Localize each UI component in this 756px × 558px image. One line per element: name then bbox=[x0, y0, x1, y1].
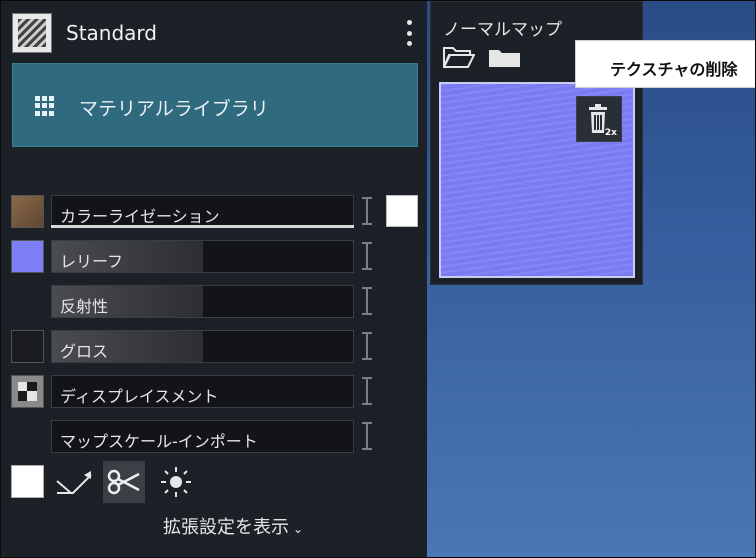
displacement-texture-swatch[interactable] bbox=[11, 375, 44, 408]
reflectivity-slider[interactable]: 反射性 bbox=[51, 285, 354, 318]
projection-icon[interactable] bbox=[53, 461, 95, 503]
link-handle-icon[interactable] bbox=[361, 422, 373, 450]
channel-row-relief: レリーフ bbox=[1, 240, 427, 274]
material-panel: Standard マテリアルライブラリ カラーライゼーション レリーフ 反射性 bbox=[1, 1, 427, 557]
channel-label: 反射性 bbox=[60, 297, 109, 316]
channel-row-colorization: カラーライゼーション bbox=[1, 195, 427, 229]
material-preset-name[interactable]: Standard bbox=[66, 21, 157, 45]
delete-texture-button[interactable]: 2x bbox=[576, 96, 622, 142]
relief-slider[interactable]: レリーフ bbox=[51, 240, 354, 273]
scissors-icon[interactable] bbox=[103, 461, 145, 503]
sun-icon[interactable] bbox=[155, 461, 197, 503]
colorization-texture-swatch[interactable] bbox=[11, 195, 44, 228]
channel-label: グロス bbox=[60, 342, 109, 361]
material-library-button[interactable]: マテリアルライブラリ bbox=[12, 63, 418, 147]
grid-icon bbox=[35, 96, 55, 116]
relief-texture-swatch[interactable] bbox=[11, 240, 44, 273]
material-library-label: マテリアルライブラリ bbox=[79, 98, 269, 120]
panel-header: Standard bbox=[1, 1, 427, 61]
channel-row-gloss: グロス bbox=[1, 330, 427, 364]
tool-row bbox=[1, 461, 427, 505]
link-handle-icon[interactable] bbox=[361, 197, 373, 225]
colorization-value-bar bbox=[51, 225, 354, 228]
link-handle-icon[interactable] bbox=[361, 332, 373, 360]
gloss-texture-swatch[interactable] bbox=[11, 330, 44, 363]
white-color-swatch[interactable] bbox=[11, 465, 44, 498]
open-folder-icon[interactable] bbox=[443, 44, 475, 70]
gloss-slider[interactable]: グロス bbox=[51, 330, 354, 363]
link-handle-icon[interactable] bbox=[361, 287, 373, 315]
show-advanced-settings-label: 拡張設定を表示 bbox=[163, 517, 289, 538]
delete-texture-tooltip: テクスチャの削除 bbox=[575, 40, 756, 88]
displacement-slider[interactable]: ディスプレイスメント bbox=[51, 375, 354, 408]
trash-badge: 2x bbox=[604, 128, 617, 138]
checker-icon bbox=[18, 382, 37, 401]
more-options-icon[interactable] bbox=[405, 20, 413, 46]
colorization-color-swatch[interactable] bbox=[386, 195, 418, 227]
channel-label: レリーフ bbox=[60, 252, 124, 271]
channel-row-displacement: ディスプレイスメント bbox=[1, 375, 427, 409]
colorization-slider[interactable]: カラーライゼーション bbox=[51, 195, 354, 228]
channel-row-reflectivity: 反射性 bbox=[1, 285, 427, 319]
chevron-down-icon: ⌄ bbox=[293, 522, 304, 536]
channel-row-map-scale-import: マップスケール-インポート bbox=[1, 420, 427, 454]
normal-map-title: ノーマルマップ bbox=[443, 20, 562, 40]
channel-label: ディスプレイスメント bbox=[60, 387, 219, 406]
link-handle-icon[interactable] bbox=[361, 377, 373, 405]
normal-map-texture-preview[interactable]: 2x bbox=[439, 82, 635, 278]
folder-icon[interactable] bbox=[488, 46, 522, 68]
material-preset-thumbnail[interactable] bbox=[12, 13, 52, 53]
tooltip-text: テクスチャの削除 bbox=[610, 60, 738, 79]
channel-label: カラーライゼーション bbox=[60, 207, 220, 226]
show-advanced-settings-toggle[interactable]: 拡張設定を表示 ⌄ bbox=[163, 513, 303, 539]
link-handle-icon[interactable] bbox=[361, 242, 373, 270]
channel-label: マップスケール-インポート bbox=[60, 432, 258, 451]
map-scale-import-field[interactable]: マップスケール-インポート bbox=[51, 420, 354, 453]
